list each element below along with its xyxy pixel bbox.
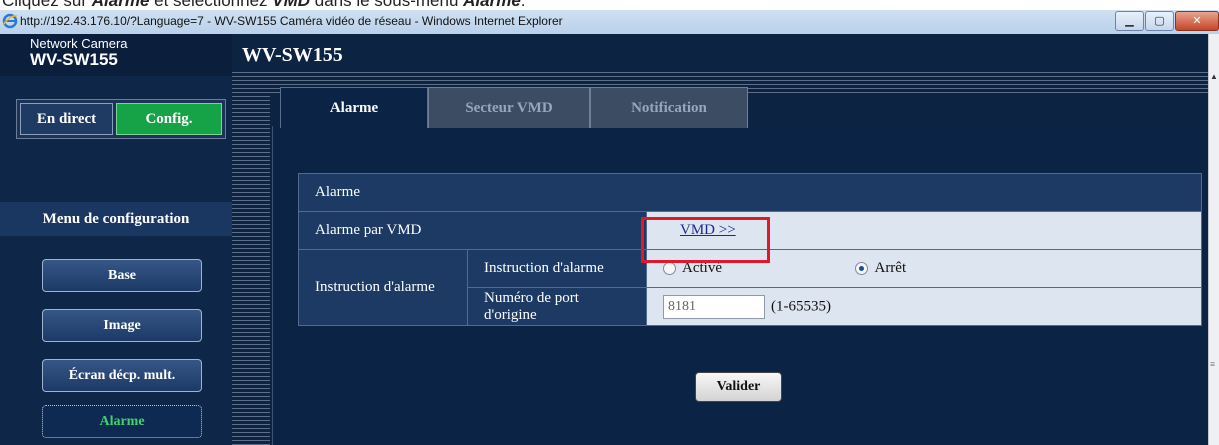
sidebar-item-multi-screen[interactable]: Écran décp. mult. xyxy=(42,359,202,392)
minimize-button[interactable]: ▁ xyxy=(1115,11,1144,31)
scroll-up-icon[interactable]: ▲ xyxy=(1210,72,1218,81)
vmd-highlight-box xyxy=(641,217,770,263)
sidebar-item-base[interactable]: Base xyxy=(42,259,202,292)
tab-alarm[interactable]: Alarme xyxy=(280,87,428,128)
port-range: (1-65535) xyxy=(771,297,831,314)
radio-off[interactable] xyxy=(855,262,869,276)
maximize-button[interactable]: ▢ xyxy=(1145,11,1174,31)
scroll-grip-icon[interactable]: ≡ xyxy=(1210,359,1215,369)
sidebar-item-alarm[interactable]: Alarme xyxy=(42,405,202,438)
radio-off-label: Arrêt xyxy=(874,260,907,276)
browser-title-bar: http://192.43.176.10/?Language=7 - WV-SW… xyxy=(0,10,1219,35)
tab-notification[interactable]: Notification xyxy=(590,87,748,128)
tab-vmd-area[interactable]: Secteur VMD xyxy=(428,87,590,128)
sidebar-stripes xyxy=(232,76,270,445)
menu-title: Menu de configuration xyxy=(0,202,232,236)
submit-button[interactable]: Valider xyxy=(695,372,782,402)
port-input[interactable]: 8181 xyxy=(663,294,765,319)
live-button[interactable]: En direct xyxy=(20,103,113,135)
vertical-scrollbar[interactable]: ▲ ≡ xyxy=(1208,34,1219,445)
browser-title: http://192.43.176.10/?Language=7 - WV-SW… xyxy=(20,14,563,28)
close-icon: ✕ xyxy=(1192,14,1202,27)
alarm-instruction-label: Instruction d'alarme xyxy=(467,249,647,288)
port-cell: 8181 (1-65535) xyxy=(646,287,1202,326)
port-label: Numéro de port d'origine xyxy=(467,287,647,326)
page-title: WV-SW155 xyxy=(242,44,343,66)
sidebar-item-image[interactable]: Image xyxy=(42,309,202,342)
brand-model: WV-SW155 xyxy=(30,50,118,69)
minimize-icon: ▁ xyxy=(1125,14,1134,27)
section-header: Alarme xyxy=(298,173,1202,212)
alarm-instruction-group: Instruction d'alarme xyxy=(298,249,468,326)
radio-active[interactable] xyxy=(663,262,676,276)
mode-switch: En direct Config. xyxy=(16,99,226,139)
brand-subtitle: Network Camera xyxy=(30,36,128,51)
internet-explorer-icon xyxy=(2,13,18,29)
vmd-alarm-label: Alarme par VMD xyxy=(298,211,647,250)
brand-block: Network Camera WV-SW155 xyxy=(0,34,232,76)
maximize-icon: ▢ xyxy=(1154,14,1165,27)
close-button[interactable]: ✕ xyxy=(1175,11,1219,31)
config-button[interactable]: Config. xyxy=(116,103,222,135)
